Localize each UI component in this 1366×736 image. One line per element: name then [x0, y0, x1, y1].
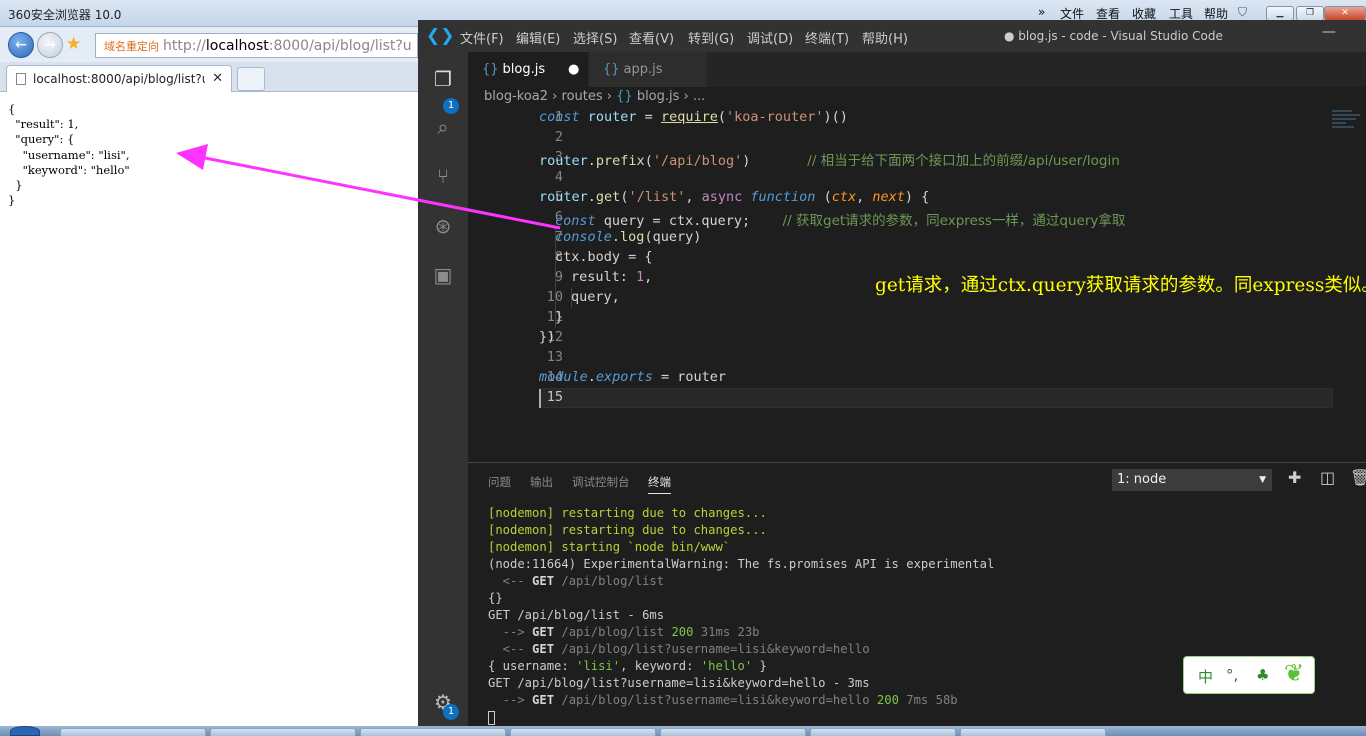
leaf-decoration-icon: ❦ — [1284, 659, 1305, 687]
taskbar-item[interactable] — [810, 728, 956, 736]
ime-punct[interactable]: °, — [1226, 666, 1238, 684]
taskbar-item[interactable] — [210, 728, 356, 736]
taskbar-item[interactable] — [510, 728, 656, 736]
arrow-head — [176, 144, 208, 170]
ime-language[interactable]: 中 — [1198, 666, 1213, 687]
desktop: 360安全浏览器 10.0 » 文件 查看 收藏 工具 帮助 ⛉ ▁ ❐ ✕ ←… — [0, 0, 1366, 736]
ime-toolbar[interactable]: 中 °, ♣ ❦ — [1183, 656, 1315, 694]
ime-skin-icon[interactable]: ♣ — [1256, 666, 1269, 684]
start-button[interactable] — [10, 726, 40, 736]
taskbar-item[interactable] — [660, 728, 806, 736]
annotation-arrow — [176, 144, 561, 230]
taskbar-item[interactable] — [360, 728, 506, 736]
taskbar-item[interactable] — [60, 728, 206, 736]
arrow-line — [199, 155, 561, 230]
taskbar-item[interactable] — [960, 728, 1106, 736]
taskbar — [0, 726, 1366, 736]
